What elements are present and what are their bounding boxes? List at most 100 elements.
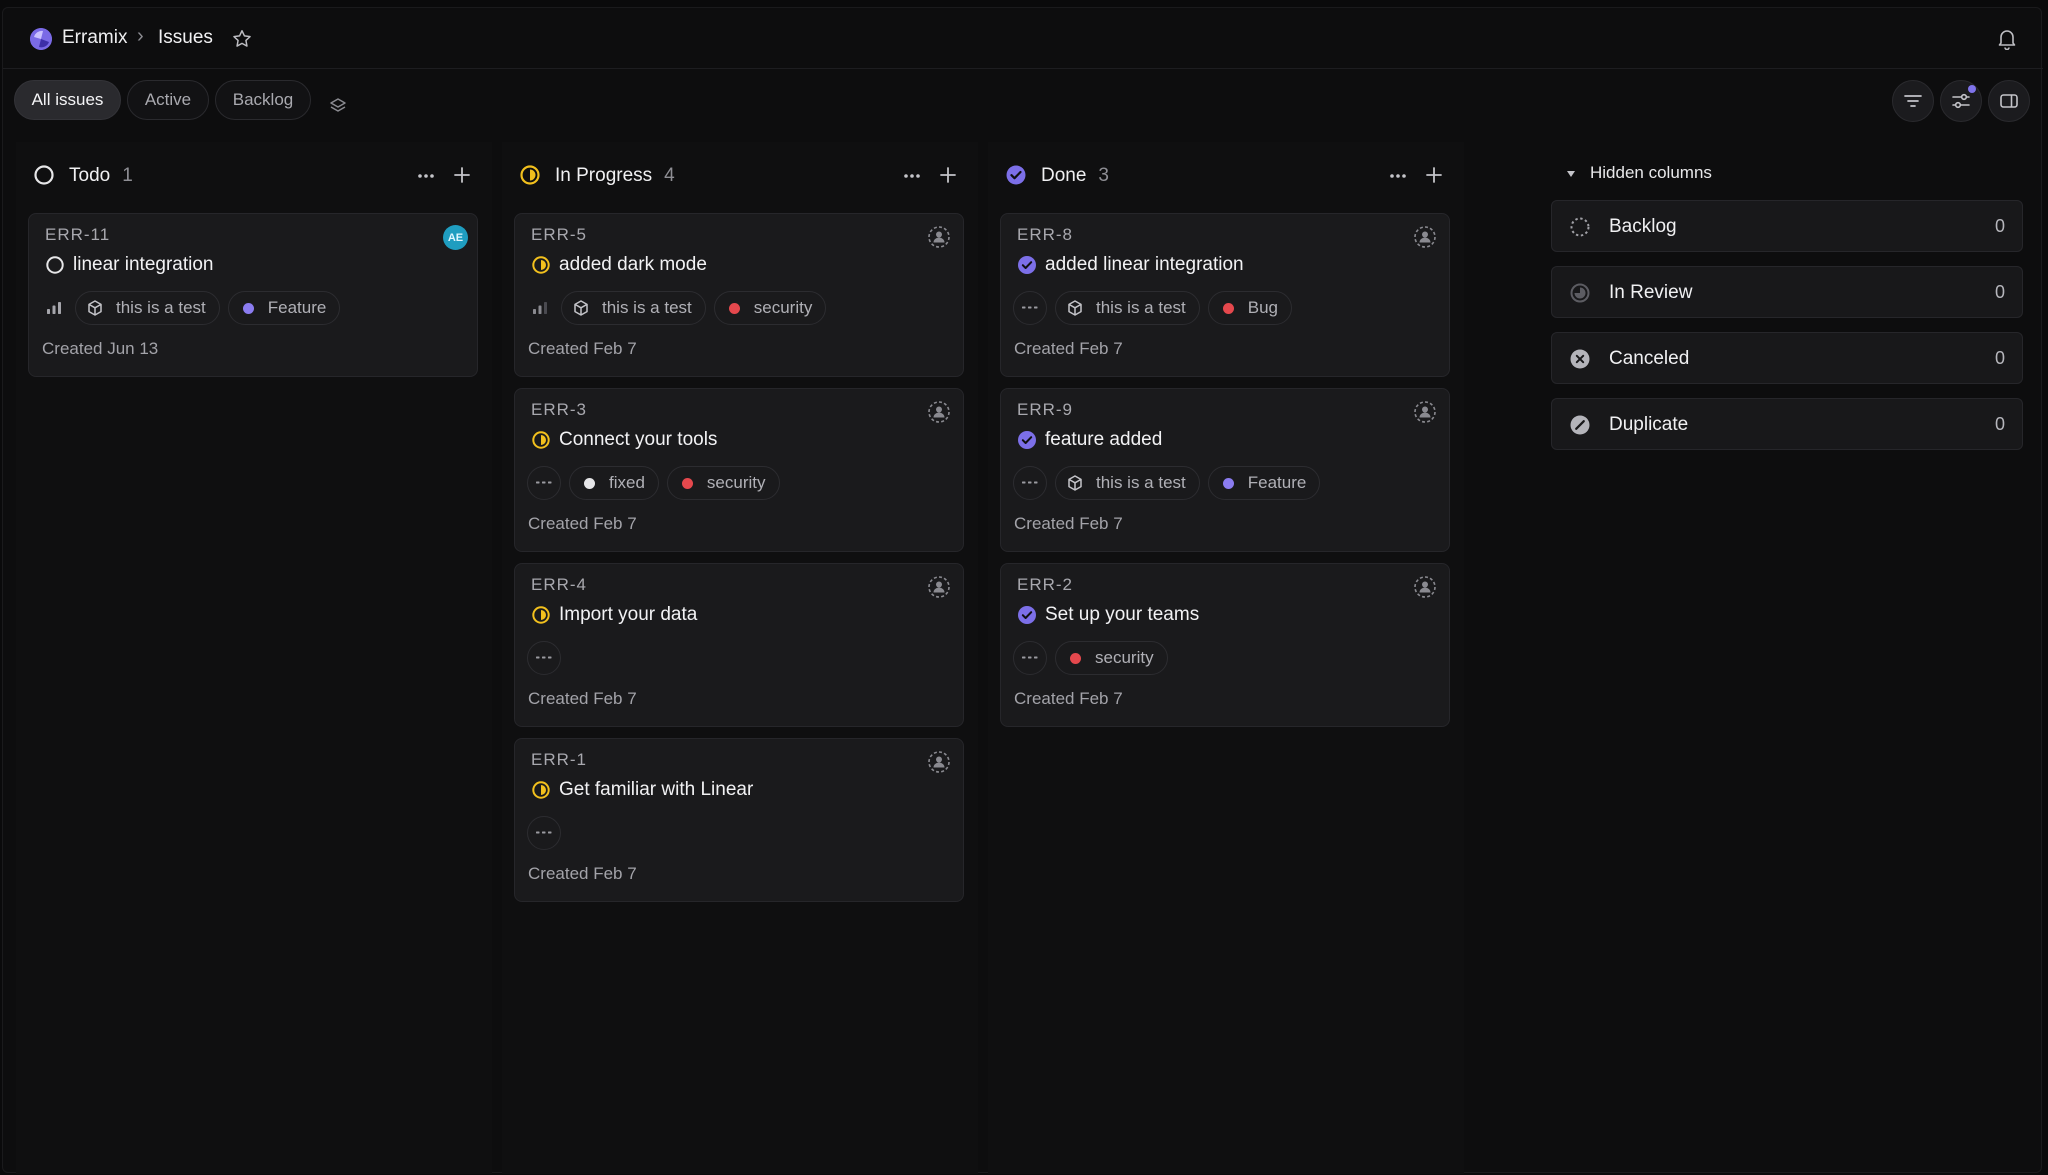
issue-id: ERR-3 bbox=[531, 400, 588, 419]
in-progress-status-icon[interactable] bbox=[531, 780, 551, 800]
unassigned-user-icon[interactable] bbox=[1413, 575, 1437, 599]
filter-icon bbox=[1904, 95, 1922, 107]
chip-label: Bug bbox=[1247, 298, 1279, 317]
unassigned-user-icon[interactable] bbox=[927, 400, 951, 424]
no-priority-icon[interactable] bbox=[1013, 466, 1047, 500]
workspace-logo-icon[interactable] bbox=[30, 28, 52, 50]
in-progress-status-icon[interactable] bbox=[531, 255, 551, 275]
filter-button[interactable] bbox=[1892, 80, 1934, 122]
app-window: Erramix › Issues All issues Active Backl… bbox=[2, 7, 2043, 1174]
hidden-column-canceled[interactable]: Canceled 0 bbox=[1551, 332, 2023, 384]
assignee-avatar[interactable]: AE bbox=[443, 225, 468, 250]
hidden-column-label: Canceled bbox=[1609, 348, 1690, 369]
label-chip[interactable]: security bbox=[1055, 641, 1168, 675]
issue-card[interactable]: ERR-1 Get familiar with Linear Created F… bbox=[514, 738, 964, 902]
issue-card[interactable]: ERR-9 feature added this is a test Featu… bbox=[1000, 388, 1450, 552]
todo-status-icon bbox=[34, 165, 54, 185]
chip-label: security bbox=[706, 473, 766, 492]
breadcrumb-separator: › bbox=[137, 25, 144, 47]
label-chip[interactable]: Bug bbox=[1207, 291, 1293, 325]
no-priority-icon[interactable] bbox=[527, 466, 561, 500]
column-count: 1 bbox=[122, 165, 133, 186]
layers-icon[interactable] bbox=[328, 96, 350, 118]
label-dot bbox=[1222, 477, 1234, 489]
no-priority-icon[interactable] bbox=[1013, 641, 1047, 675]
issue-card[interactable]: ERR-3 Connect your tools fixed security … bbox=[514, 388, 964, 552]
issue-id: ERR-2 bbox=[1017, 575, 1074, 594]
no-priority-icon[interactable] bbox=[527, 641, 561, 675]
project-chip[interactable]: this is a test bbox=[75, 291, 220, 325]
unassigned-user-icon[interactable] bbox=[927, 225, 951, 249]
canceled-icon bbox=[1570, 349, 1590, 369]
breadcrumb-workspace[interactable]: Erramix bbox=[62, 27, 127, 49]
chip-label: this is a test bbox=[602, 298, 692, 317]
issue-id: ERR-9 bbox=[1017, 400, 1074, 419]
issue-card[interactable]: ERR-5 added dark mode this is a test sec… bbox=[514, 213, 964, 377]
project-chip[interactable]: this is a test bbox=[561, 291, 706, 325]
avatar-initials: AE bbox=[447, 231, 464, 244]
notifications-bell-icon[interactable] bbox=[1997, 28, 2021, 52]
priority-medium-icon[interactable] bbox=[41, 291, 67, 325]
hidden-columns-title[interactable]: Hidden columns bbox=[1590, 163, 1712, 183]
favorite-star-icon[interactable] bbox=[231, 28, 255, 52]
created-date: Created Feb 7 bbox=[528, 689, 637, 708]
duplicate-icon bbox=[1570, 415, 1590, 435]
no-priority-icon[interactable] bbox=[1013, 291, 1047, 325]
chip-label: Feature bbox=[1247, 473, 1307, 492]
chip-label: this is a test bbox=[116, 298, 206, 317]
chip-label: this is a test bbox=[1096, 473, 1186, 492]
issue-card[interactable]: ERR-8 added linear integration this is a… bbox=[1000, 213, 1450, 377]
more-options-icon[interactable] bbox=[416, 166, 436, 186]
created-date: Created Feb 7 bbox=[528, 864, 637, 883]
done-status-icon[interactable] bbox=[1017, 255, 1037, 275]
display-options-button[interactable] bbox=[1940, 80, 1982, 122]
label-dot bbox=[728, 302, 740, 314]
more-options-icon[interactable] bbox=[902, 166, 922, 186]
collapse-caret-icon[interactable] bbox=[1565, 168, 1577, 180]
hidden-column-label: Duplicate bbox=[1609, 414, 1689, 435]
issue-id: ERR-11 bbox=[45, 225, 111, 244]
in-progress-status-icon[interactable] bbox=[531, 605, 551, 625]
chip-label: this is a test bbox=[1096, 298, 1186, 317]
chip-label: security bbox=[753, 298, 813, 317]
toggle-sidebar-button[interactable] bbox=[1988, 80, 2030, 122]
add-issue-icon[interactable] bbox=[938, 165, 958, 185]
add-issue-icon[interactable] bbox=[452, 165, 472, 185]
no-priority-icon[interactable] bbox=[527, 816, 561, 850]
hidden-column-backlog[interactable]: Backlog 0 bbox=[1551, 200, 2023, 252]
more-options-icon[interactable] bbox=[1388, 166, 1408, 186]
label-chip[interactable]: fixed bbox=[569, 466, 659, 500]
project-chip[interactable]: this is a test bbox=[1055, 291, 1200, 325]
unassigned-user-icon[interactable] bbox=[927, 575, 951, 599]
unassigned-user-icon[interactable] bbox=[1413, 225, 1437, 249]
issue-id: ERR-1 bbox=[531, 750, 588, 769]
label-chip[interactable]: Feature bbox=[227, 291, 341, 325]
breadcrumb-page[interactable]: Issues bbox=[158, 27, 213, 49]
in-progress-status-icon[interactable] bbox=[531, 430, 551, 450]
issue-title: Get familiar with Linear bbox=[559, 779, 754, 800]
tab-active[interactable]: Active bbox=[127, 80, 209, 120]
label-chip[interactable]: security bbox=[713, 291, 827, 325]
done-status-icon[interactable] bbox=[1017, 430, 1037, 450]
unassigned-user-icon[interactable] bbox=[927, 750, 951, 774]
issue-id: ERR-4 bbox=[531, 575, 588, 594]
in-progress-status-icon bbox=[520, 165, 540, 185]
hidden-column-duplicate[interactable]: Duplicate 0 bbox=[1551, 398, 2023, 450]
issue-card[interactable]: ERR-2 Set up your teams security Created… bbox=[1000, 563, 1450, 727]
tab-backlog[interactable]: Backlog bbox=[215, 80, 311, 120]
project-chip[interactable]: this is a test bbox=[1055, 466, 1200, 500]
issue-id: ERR-5 bbox=[531, 225, 588, 244]
issue-card[interactable]: ERR-11 AE linear integration this is a t… bbox=[28, 213, 478, 377]
tab-all-issues[interactable]: All issues bbox=[14, 80, 121, 120]
todo-status-icon[interactable] bbox=[45, 255, 65, 275]
hidden-column-in-review[interactable]: In Review 0 bbox=[1551, 266, 2023, 318]
priority-low-icon[interactable] bbox=[527, 291, 553, 325]
label-chip[interactable]: security bbox=[666, 466, 780, 500]
label-chip[interactable]: Feature bbox=[1207, 466, 1321, 500]
issue-title: feature added bbox=[1045, 429, 1163, 450]
add-issue-icon[interactable] bbox=[1424, 165, 1444, 185]
issue-card[interactable]: ERR-4 Import your data Created Feb 7 bbox=[514, 563, 964, 727]
done-status-icon[interactable] bbox=[1017, 605, 1037, 625]
chip-label: fixed bbox=[609, 473, 645, 492]
unassigned-user-icon[interactable] bbox=[1413, 400, 1437, 424]
